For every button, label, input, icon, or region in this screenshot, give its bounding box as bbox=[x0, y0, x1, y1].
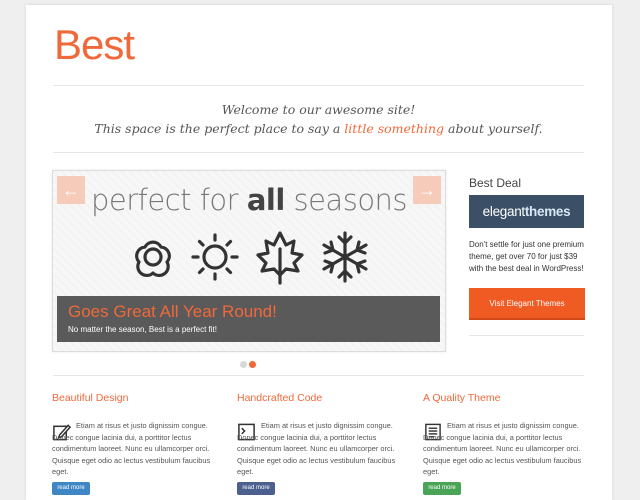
slide-headline: perfect for all seasons bbox=[53, 183, 445, 217]
read-more-button[interactable]: read more bbox=[52, 482, 90, 495]
feature-column-quality: A Quality Theme Etiam at risus et justo … bbox=[423, 392, 589, 495]
feature-text: Etiam at risus et justo dignissim congue… bbox=[237, 421, 396, 476]
banner-text-post: themes bbox=[524, 204, 571, 219]
site-logo[interactable]: Best bbox=[54, 21, 135, 69]
slide-headline-pre: perfect for bbox=[90, 183, 247, 217]
slide-headline-bold: all bbox=[246, 183, 285, 217]
features-divider bbox=[53, 375, 584, 376]
welcome-divider bbox=[53, 152, 584, 153]
slide-caption: Goes Great All Year Round! No matter the… bbox=[57, 296, 440, 342]
slider-dot-2[interactable] bbox=[249, 361, 256, 368]
welcome-line-2-end: about yourself. bbox=[444, 121, 543, 136]
feature-column-design: Beautiful Design Etiam at risus et justo… bbox=[52, 392, 218, 495]
feature-text: Etiam at risus et justo dignissim congue… bbox=[423, 421, 582, 476]
read-more-button[interactable]: read more bbox=[237, 482, 275, 495]
caption-subtext: No matter the season, Best is a perfect … bbox=[68, 325, 217, 334]
flower-icon bbox=[135, 240, 171, 278]
feature-title: Beautiful Design bbox=[52, 392, 129, 404]
slider-next-button[interactable]: → bbox=[413, 176, 441, 204]
feature-title: Handcrafted Code bbox=[237, 392, 323, 404]
leaf-icon bbox=[256, 231, 304, 285]
slide-headline-post: seasons bbox=[284, 183, 408, 217]
best-deal-title: Best Deal bbox=[469, 176, 522, 190]
caption-heading: Goes Great All Year Round! bbox=[68, 302, 277, 321]
header-divider bbox=[53, 85, 584, 86]
welcome-line-2: This space is the perfect place to say a… bbox=[53, 119, 584, 138]
slider-pagination bbox=[240, 355, 258, 373]
feature-title: A Quality Theme bbox=[423, 392, 501, 404]
best-deal-text: Don't settle for just one premium theme,… bbox=[469, 240, 584, 273]
welcome-line-2-text: This space is the perfect place to say a bbox=[94, 121, 345, 136]
sidebar-divider bbox=[469, 335, 584, 336]
sun-icon bbox=[191, 233, 239, 281]
featured-slider: perfect for all seasons ← → Goes Great A… bbox=[52, 170, 446, 352]
slider-prev-button[interactable]: ← bbox=[57, 176, 85, 204]
read-more-button[interactable]: read more bbox=[423, 482, 461, 495]
snowflake-icon bbox=[322, 231, 368, 283]
banner-text-pre: elegant bbox=[482, 204, 526, 219]
season-icons bbox=[135, 231, 368, 285]
welcome-message: Welcome to our awesome site! This space … bbox=[53, 100, 584, 138]
page-container: Best Welcome to our awesome site! This s… bbox=[26, 5, 612, 500]
visit-elegant-themes-button[interactable]: Visit Elegant Themes bbox=[469, 288, 585, 320]
welcome-line-1: Welcome to our awesome site! bbox=[221, 102, 416, 117]
feature-text: Etiam at risus et justo dignissim congue… bbox=[52, 421, 211, 476]
feature-column-code: Handcrafted Code Etiam at risus et justo… bbox=[237, 392, 403, 495]
slider-dot-1[interactable] bbox=[240, 361, 247, 368]
welcome-highlight: little something bbox=[344, 121, 445, 136]
elegant-themes-banner[interactable]: elegantthemes bbox=[469, 195, 584, 228]
